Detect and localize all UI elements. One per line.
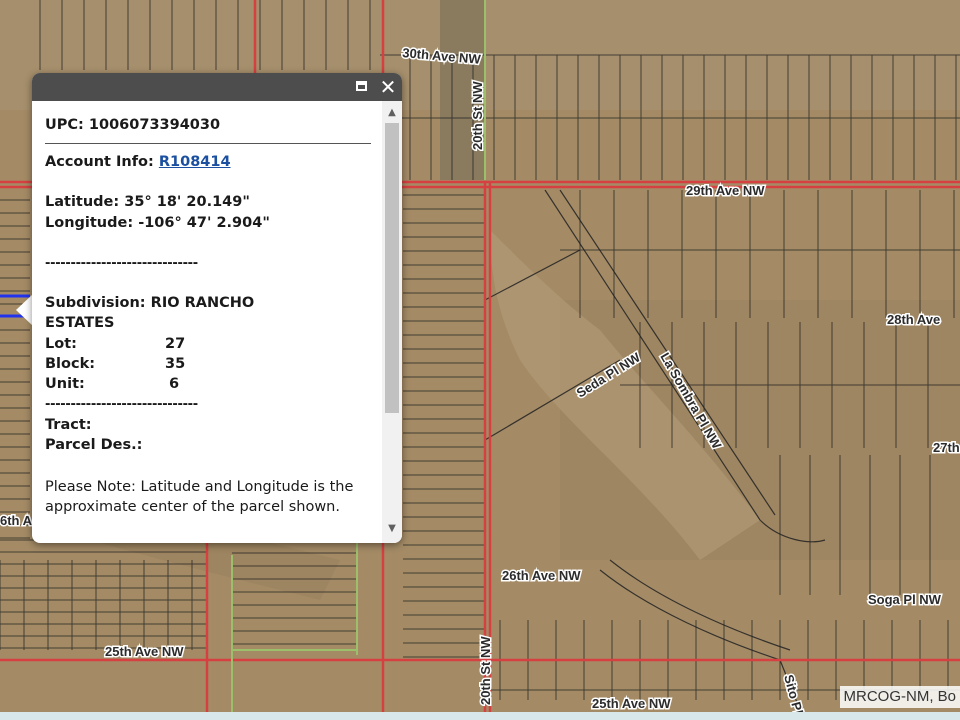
scroll-down-arrow-icon[interactable]: ▼ <box>382 521 402 537</box>
road-label-29th-ave: 29th Ave NW <box>686 183 765 198</box>
map-attribution: MRCOG-NM, Bo <box>839 686 960 708</box>
longitude-label: Longitude: <box>45 215 134 231</box>
popup-scrollbar[interactable]: ▲ ▼ <box>382 101 402 543</box>
scrollbar-thumb[interactable] <box>385 123 399 413</box>
account-link[interactable]: R108414 <box>159 154 231 170</box>
unit-line: Unit: 6 <box>45 376 245 392</box>
longitude-value: -106° 47' 2.904" <box>138 215 270 231</box>
road-label-26th-ave-left: 6th A <box>0 513 33 528</box>
block-label: Block: <box>45 356 96 372</box>
account-line: Account Info: R108414 <box>45 154 231 170</box>
longitude-line: Longitude: -106° 47' 2.904" <box>45 215 270 231</box>
header-divider <box>45 143 371 144</box>
parcel-des-label: Parcel Des.: <box>45 437 143 453</box>
road-label-25th-ave-right: 25th Ave NW <box>592 696 671 711</box>
lot-value: 27 <box>165 336 186 352</box>
lot-line: Lot: 27 <box>45 336 245 352</box>
bottom-bar <box>0 712 960 720</box>
upc-label: UPC: <box>45 117 84 133</box>
subdivision-label: Subdivision: <box>45 295 146 311</box>
popup-header: ✕ <box>32 73 402 101</box>
upc-value: 1006073394030 <box>88 117 221 133</box>
road-label-20th-st-bottom: 20th St NW <box>478 636 493 705</box>
upc-line: UPC: 1006073394030 <box>45 117 220 133</box>
tract-label: Tract: <box>45 417 92 433</box>
close-icon[interactable]: ✕ <box>379 77 397 97</box>
unit-value: 6 <box>169 376 180 392</box>
subdivision-line: Subdivision: RIO RANCHO <box>45 295 254 311</box>
block-line: Block: 35 <box>45 356 245 372</box>
account-label: Account Info: <box>45 154 154 170</box>
road-label-27th-ave: 27th <box>933 440 960 455</box>
maximize-icon[interactable] <box>354 78 372 96</box>
popup-pointer <box>16 294 33 326</box>
unit-label: Unit: <box>45 376 85 392</box>
latitude-value: 35° 18' 20.149" <box>124 194 250 210</box>
latitude-line: Latitude: 35° 18' 20.149" <box>45 194 250 210</box>
lot-label: Lot: <box>45 336 77 352</box>
road-label-20th-st-top: 20th St NW <box>470 81 485 150</box>
road-label-26th-ave: 26th Ave NW <box>502 568 581 583</box>
coordinate-note: Please Note: Latitude and Longitude is t… <box>45 479 354 515</box>
separator-1: ------------------------------ <box>45 256 198 271</box>
scroll-up-arrow-icon[interactable]: ▲ <box>382 105 402 121</box>
subdivision-value-1: RIO RANCHO <box>150 295 255 311</box>
latitude-label: Latitude: <box>45 194 120 210</box>
subdivision-value-2: ESTATES <box>45 315 115 331</box>
popup-body[interactable]: UPC: 1006073394030 Account Info: R108414… <box>32 101 382 543</box>
block-value: 35 <box>165 356 186 372</box>
separator-2: ------------------------------ <box>45 397 198 412</box>
parcel-info-popup: ✕ UPC: 1006073394030 Account Info: R1084… <box>32 73 402 543</box>
road-label-28th-ave: 28th Ave <box>887 312 940 327</box>
road-label-soga-pl: Soga Pl NW <box>868 592 942 607</box>
road-label-25th-ave-left: 25th Ave NW <box>105 644 184 659</box>
